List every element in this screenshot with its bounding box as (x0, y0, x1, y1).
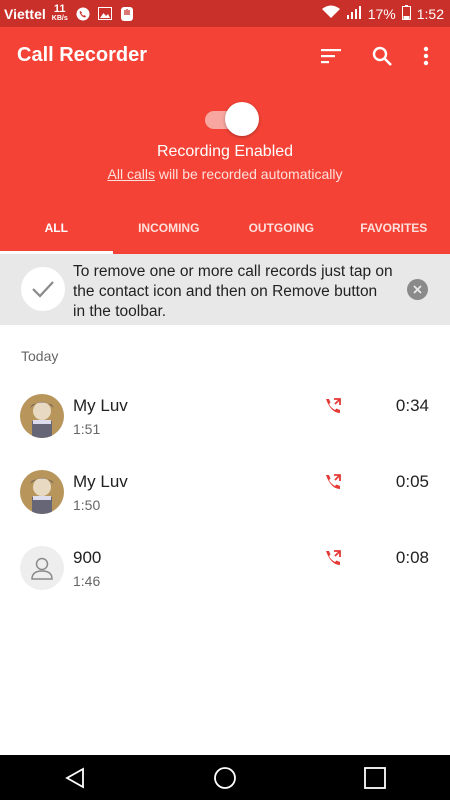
back-icon (65, 766, 84, 789)
tip-text: To remove one or more call records just … (73, 263, 393, 320)
tip-close-button[interactable] (407, 279, 428, 300)
battery-percent: 17% (367, 5, 396, 22)
call-duration: 0:08 (395, 548, 429, 567)
recording-toggle[interactable] (205, 102, 259, 136)
default-contact-avatar[interactable] (20, 546, 64, 590)
call-time: 1:51 (73, 421, 101, 437)
contact-photo-avatar[interactable] (20, 470, 64, 514)
more-options-button[interactable] (411, 41, 441, 71)
hand-notification-icon (120, 6, 134, 21)
section-header: Today (21, 348, 59, 364)
app-header: Call Recorder Recording Enabled All call… (0, 27, 450, 203)
system-navigation-bar (0, 755, 450, 800)
check-icon (32, 281, 54, 298)
tab-outgoing[interactable]: OUTGOING (225, 203, 338, 254)
status-right: 17% 1:52 (321, 4, 444, 23)
image-notification-icon (97, 7, 112, 21)
call-record-row[interactable]: 900 1:46 0:08 (0, 546, 450, 616)
search-button[interactable] (367, 41, 397, 71)
all-calls-link[interactable]: All calls (108, 166, 155, 182)
sort-button[interactable] (316, 41, 346, 71)
call-time: 1:46 (73, 573, 101, 589)
recording-state: Recording Enabled (156, 143, 294, 160)
tip-banner: To remove one or more call records just … (0, 254, 450, 325)
toggle-thumb (225, 102, 259, 136)
signal-icon (346, 5, 362, 22)
tab-favorites[interactable]: FAVORITES (338, 203, 450, 254)
battery-icon (401, 4, 411, 23)
search-icon (372, 46, 392, 66)
call-record-row[interactable]: My Luv 1:50 0:05 (0, 470, 450, 540)
contact-name: 900 (73, 548, 102, 567)
app-title: Call Recorder (17, 44, 148, 66)
phone-notification-icon (76, 7, 90, 21)
recording-description: All calls will be recorded automatically (107, 166, 343, 182)
outgoing-call-icon (323, 472, 343, 492)
carrier-name: Viettel (4, 5, 46, 22)
wifi-icon (321, 5, 340, 22)
recents-icon (364, 766, 386, 789)
call-record-row[interactable]: My Luv 1:51 0:34 (0, 394, 450, 464)
contact-photo-avatar[interactable] (20, 394, 64, 438)
back-button[interactable] (55, 758, 95, 798)
home-icon (214, 766, 236, 789)
contact-name: My Luv (73, 472, 128, 491)
call-duration: 0:05 (395, 472, 429, 491)
call-duration: 0:34 (395, 396, 429, 415)
person-icon (31, 557, 53, 580)
home-button[interactable] (205, 758, 245, 798)
call-time: 1:50 (73, 497, 101, 513)
more-vert-icon (423, 46, 429, 66)
tab-all[interactable]: ALL (0, 203, 113, 254)
close-icon (413, 285, 422, 294)
clock: 1:52 (416, 5, 444, 22)
filter-tabs: ALL INCOMING OUTGOING FAVORITES (0, 203, 450, 254)
status-bar: Viettel 11 KB/s 17% 1:52 (0, 0, 450, 27)
outgoing-call-icon (323, 396, 343, 416)
tab-incoming[interactable]: INCOMING (113, 203, 226, 254)
contact-name: My Luv (73, 396, 128, 415)
outgoing-call-icon (323, 548, 343, 568)
sort-icon (321, 49, 341, 64)
recents-button[interactable] (355, 758, 395, 798)
network-speed: 11 KB/s (51, 2, 68, 22)
tip-check-circle (21, 267, 65, 311)
